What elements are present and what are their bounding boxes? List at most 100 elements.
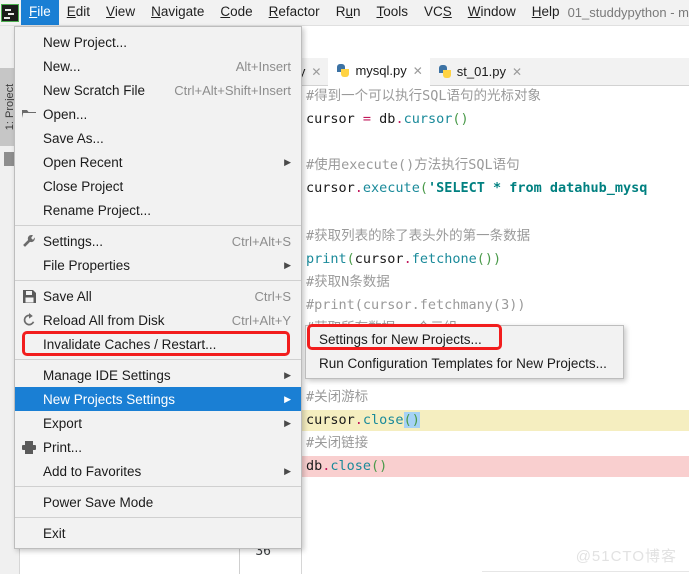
- editor-tab-st01[interactable]: st_01.py ✕: [430, 58, 529, 86]
- window-title: 01_studdypython - mysql.py: [567, 5, 689, 20]
- menu-item-rename-project[interactable]: Rename Project...: [15, 198, 301, 222]
- menu-item-label: Open Recent: [43, 154, 123, 170]
- menu-item-print[interactable]: Print...: [15, 435, 301, 459]
- menu-item-label: Save All: [43, 288, 92, 304]
- code-line-print-fetchone: print(cursor.fetchone()): [306, 251, 502, 267]
- menu-item-label: Export: [43, 415, 83, 431]
- reload-icon: [21, 312, 37, 328]
- menu-separator: [15, 225, 301, 226]
- menu-item-label: Rename Project...: [43, 202, 152, 218]
- menu-code[interactable]: Code: [212, 0, 260, 25]
- code-line-execute-select: cursor.execute('SELECT * from datahub_my…: [306, 180, 648, 196]
- chevron-right-icon: ▶: [284, 417, 291, 428]
- menu-item-label: New Scratch File: [43, 82, 146, 98]
- wrench-icon: [21, 233, 37, 249]
- close-icon[interactable]: ✕: [413, 64, 423, 78]
- menu-item-label: Save As...: [43, 130, 104, 146]
- menu-item-new-project[interactable]: New Project...: [15, 30, 301, 54]
- menu-item-export[interactable]: Export ▶: [15, 411, 301, 435]
- menu-item-shortcut: Alt+Insert: [235, 58, 291, 74]
- menu-item-label: Invalidate Caches / Restart...: [43, 336, 217, 352]
- menu-item-label: Manage IDE Settings: [43, 367, 171, 383]
- editor-tab-label: st_01.py: [456, 64, 506, 79]
- code-line-comment-fetchn: #获取N条数据: [306, 274, 390, 290]
- menu-item-save-as[interactable]: Save As...: [15, 126, 301, 150]
- watermark: @51CTO博客: [575, 548, 677, 565]
- menu-edit[interactable]: Edit: [59, 0, 98, 25]
- code-line-comment-close-conn: #关闭链接: [306, 435, 369, 451]
- chevron-right-icon: ▶: [284, 156, 291, 167]
- chevron-right-icon: ▶: [284, 465, 291, 476]
- menu-item-manage-ide-settings[interactable]: Manage IDE Settings ▶: [15, 363, 301, 387]
- file-menu-dropdown: New Project... New... Alt+Insert New Scr…: [14, 26, 302, 549]
- menu-help[interactable]: Help: [524, 0, 568, 25]
- code-line-db-close: db.close(): [302, 456, 689, 477]
- close-icon[interactable]: ✕: [512, 65, 522, 79]
- menu-window[interactable]: Window: [460, 0, 524, 25]
- editor-tab-label: mysql.py: [355, 63, 407, 78]
- menu-item-label: Print...: [43, 439, 83, 455]
- menu-separator: [15, 280, 301, 281]
- python-file-icon: [438, 64, 453, 79]
- chevron-right-icon: ▶: [284, 259, 291, 270]
- save-icon: [21, 288, 37, 304]
- menu-item-close-project[interactable]: Close Project: [15, 174, 301, 198]
- menu-separator: [15, 359, 301, 360]
- menu-bar: File Edit View Navigate Code Refactor Ru…: [0, 0, 689, 26]
- menu-vcs[interactable]: VCS: [416, 0, 460, 25]
- menu-separator: [15, 486, 301, 487]
- code-line-comment-close-cursor: #关闭游标: [306, 389, 369, 405]
- chevron-right-icon: ▶: [284, 393, 291, 404]
- close-icon[interactable]: ✕: [311, 65, 321, 79]
- pycharm-window: 乘法表_99_05.py › External Libraries Scratc…: [0, 0, 689, 574]
- tool-window-drag-handle[interactable]: [4, 152, 14, 166]
- menu-item-shortcut: Ctrl+Alt+Shift+Insert: [174, 82, 291, 98]
- menu-item-reload-all-from-disk[interactable]: Reload All from Disk Ctrl+Alt+Y: [15, 308, 301, 332]
- menu-file[interactable]: File: [21, 0, 59, 25]
- menu-tools[interactable]: Tools: [368, 0, 416, 25]
- menu-item-settings[interactable]: Settings... Ctrl+Alt+S: [15, 229, 301, 253]
- menu-item-new-scratch-file[interactable]: New Scratch File Ctrl+Alt+Shift+Insert: [15, 78, 301, 102]
- submenu-item-settings-for-new-projects[interactable]: Settings for New Projects...: [306, 328, 623, 352]
- folder-icon: [21, 106, 37, 122]
- menu-item-shortcut: Ctrl+Alt+S: [231, 233, 291, 249]
- menu-item-new-projects-settings[interactable]: New Projects Settings ▶: [15, 387, 301, 411]
- menu-item-label: New...: [43, 58, 81, 74]
- chevron-right-icon: ▶: [284, 369, 291, 380]
- menu-separator: [15, 517, 301, 518]
- menu-navigate[interactable]: Navigate: [143, 0, 212, 25]
- menu-item-open-recent[interactable]: Open Recent ▶: [15, 150, 301, 174]
- code-line-cursor-close: cursor.close(): [302, 410, 689, 431]
- menu-item-power-save-mode[interactable]: Power Save Mode: [15, 490, 301, 514]
- submenu-item-run-config-templates[interactable]: Run Configuration Templates for New Proj…: [306, 352, 623, 376]
- menu-item-label: Reload All from Disk: [43, 312, 165, 328]
- python-file-icon: [336, 63, 351, 78]
- menu-item-invalidate-caches[interactable]: Invalidate Caches / Restart...: [15, 332, 301, 356]
- menu-run[interactable]: Run: [328, 0, 369, 25]
- editor-area: 2Excel.py ✕ mysql.py ✕ st_01.py ✕ 34 35 …: [241, 26, 689, 574]
- menu-item-label: New Projects Settings: [43, 391, 176, 407]
- pycharm-logo-icon: [1, 2, 19, 24]
- menu-item-new[interactable]: New... Alt+Insert: [15, 54, 301, 78]
- menu-item-exit[interactable]: Exit: [15, 521, 301, 545]
- menu-item-label: Close Project: [43, 178, 124, 194]
- menu-view[interactable]: View: [98, 0, 143, 25]
- menu-item-open[interactable]: Open...: [15, 102, 301, 126]
- code-line-cursor-assign: cursor = db.cursor(): [306, 111, 469, 127]
- code-line-comment-cursor-obj: #得到一个可以执行SQL语句的光标对象: [306, 88, 542, 104]
- menu-item-add-to-favorites[interactable]: Add to Favorites ▶: [15, 459, 301, 483]
- menu-item-shortcut: Ctrl+Alt+Y: [231, 312, 291, 328]
- menu-item-save-all[interactable]: Save All Ctrl+S: [15, 284, 301, 308]
- code-line-comment-execute: #使用execute()方法执行SQL语句: [306, 157, 520, 173]
- menu-item-file-properties[interactable]: File Properties ▶: [15, 253, 301, 277]
- editor-bottom-divider: [482, 571, 689, 572]
- code-line-comment-fetchone: #获取列表的除了表头外的第一条数据: [306, 228, 531, 244]
- menu-refactor[interactable]: Refactor: [261, 0, 328, 25]
- editor-tab-bar: 2Excel.py ✕ mysql.py ✕ st_01.py ✕: [241, 57, 689, 86]
- menu-item-label: Settings...: [43, 233, 104, 249]
- editor-tab-mysql[interactable]: mysql.py ✕: [328, 57, 430, 86]
- menu-item-shortcut: Ctrl+S: [254, 288, 291, 304]
- menu-item-label: Open...: [43, 106, 88, 122]
